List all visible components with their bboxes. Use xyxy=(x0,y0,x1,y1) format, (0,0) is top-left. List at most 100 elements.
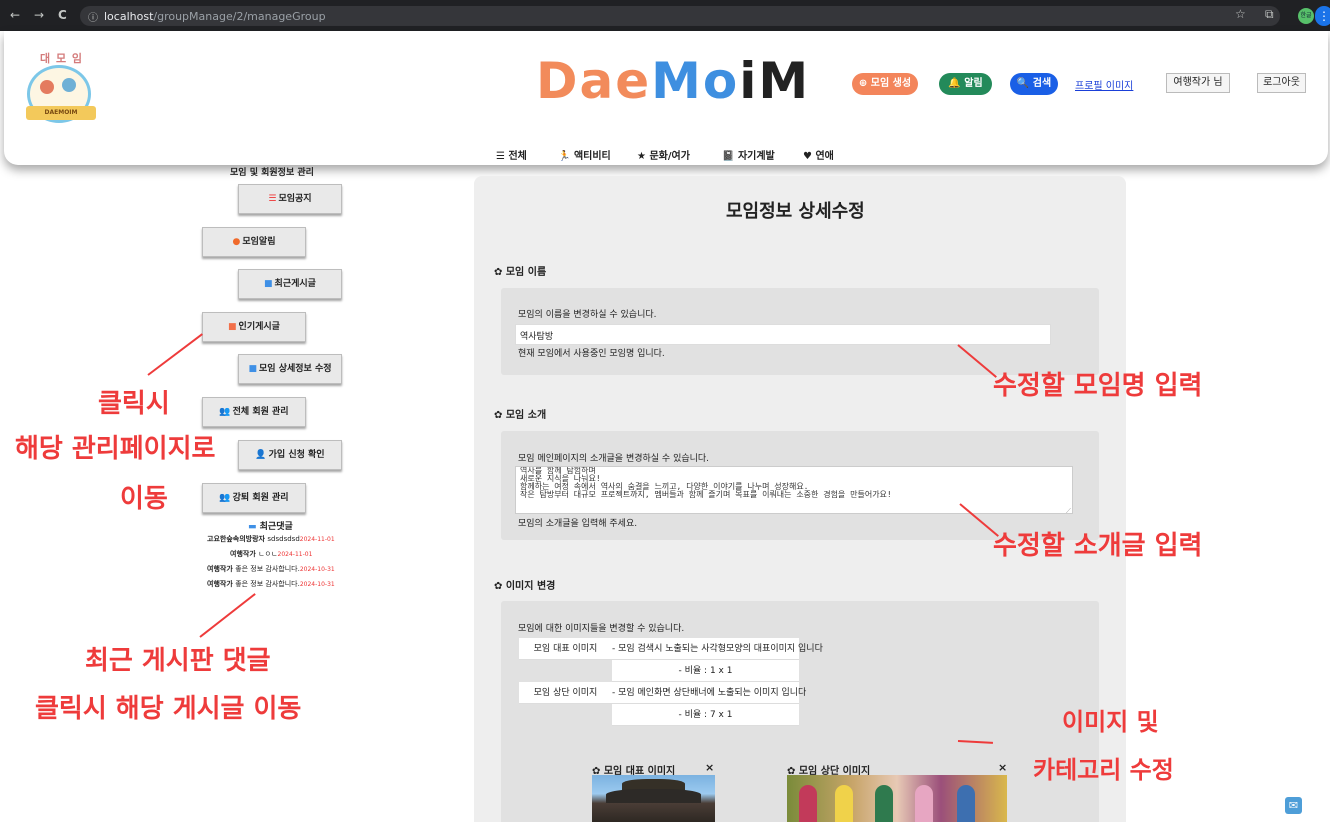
comment-text: ㄴㅇㄴ xyxy=(258,550,278,558)
image-spec-table: 모임 대표 이미지 - 모임 검색시 노출되는 사각형모양의 대표이미지 입니다… xyxy=(519,638,823,726)
table-cell: 모임 대표 이미지 xyxy=(533,644,598,654)
table-cell: 모임 상단 이미지 xyxy=(533,688,598,698)
running-icon: 🏃 xyxy=(558,151,571,162)
comment-icon: ▬ xyxy=(248,522,257,532)
section-title-group-name: ✿ 모임 이름 xyxy=(494,267,547,278)
group-name-note: 현재 모임에서 사용중인 모임명 입니다. xyxy=(518,349,665,359)
alarm-button[interactable]: 🔔 알림 xyxy=(939,73,992,95)
menu-icon: ☰ xyxy=(496,151,505,162)
post-icon: ■ xyxy=(264,279,273,289)
annotation-arrow-line xyxy=(199,593,256,638)
create-group-button[interactable]: ⊕ 모임 생성 xyxy=(852,73,918,95)
table-row: 모임 대표 이미지 - 모임 검색시 노출되는 사각형모양의 대표이미지 입니다 xyxy=(519,638,823,660)
profile-image-link[interactable]: 프로필 이미지 xyxy=(1075,77,1133,92)
users-icon: 👥 xyxy=(219,407,231,417)
sidebar-item-label: 모임알림 xyxy=(242,237,276,247)
brand-logo[interactable]: DaeMoiM xyxy=(536,52,810,110)
sidebar-item-all-members[interactable]: 👥 전체 회원 관리 xyxy=(202,397,306,427)
table-cell: - 모임 메인화면 상단배너에 노출되는 이미지 입니다 xyxy=(612,688,807,698)
group-intro-textarea[interactable]: 역사를 함께 탐험하며 새로운 지식을 나눠요! 함께하는 여정 속에서 역사의… xyxy=(515,466,1073,514)
sidebar-item-alarm[interactable]: ● 모임알림 xyxy=(202,227,306,257)
comment-text: 좋은 정보 감사합니다. xyxy=(235,565,300,573)
reload-icon[interactable]: C xyxy=(58,8,67,22)
small-logo[interactable]: 대 모 임 DAEMOIM xyxy=(22,50,100,128)
annotation-comments-1: 최근 게시판 댓글 xyxy=(85,646,271,676)
comment-text: sdsdsdsd xyxy=(267,535,300,543)
comment-date: 2024-10-31 xyxy=(299,581,335,588)
user-check-icon: 👤 xyxy=(255,450,267,460)
sidebar-item-recent-posts[interactable]: ■ 최근게시글 xyxy=(238,269,342,299)
comment-author: 여행작가 xyxy=(207,565,233,573)
sidebar-item-label: 모임공지 xyxy=(278,194,312,204)
url-host: localhost xyxy=(104,10,154,23)
section-title-group-intro: ✿ 모임 소개 xyxy=(494,410,547,421)
logo-kid-figure xyxy=(40,80,54,94)
url-path: /groupManage/2/manageGroup xyxy=(153,10,326,23)
comment-date: 2024-11-01 xyxy=(299,536,335,543)
figure-shape xyxy=(799,785,817,822)
figure-shape xyxy=(915,785,933,822)
sidebar-item-label: 모임 상세정보 수정 xyxy=(259,364,332,374)
sidebar-item-label: 전체 회원 관리 xyxy=(232,407,289,417)
annotation-image-1: 이미지 및 xyxy=(1062,708,1159,736)
comment-author: 고요한숲속의방랑자 xyxy=(207,535,265,543)
sidebar-item-banned-members[interactable]: 👥 강퇴 회원 관리 xyxy=(202,483,306,513)
sidebar-title: 모임 및 회원정보 관리 xyxy=(230,168,314,178)
top-image-close-icon[interactable]: × xyxy=(998,761,1007,774)
rep-image-thumbnail[interactable] xyxy=(592,775,715,822)
table-row: 모임 상단 이미지 - 모임 메인화면 상단배너에 노출되는 이미지 입니다 xyxy=(519,682,807,704)
table-cell: - 모임 검색시 노출되는 사각형모양의 대표이미지 입니다 xyxy=(612,644,823,654)
sidebar-item-join-requests[interactable]: 👤 가입 신청 확인 xyxy=(238,440,342,470)
palace-roof-shape xyxy=(606,789,701,803)
user-name-button[interactable]: 여행작가 님 xyxy=(1166,73,1230,93)
sidebar-item-popular-posts[interactable]: ■ 인기게시글 xyxy=(202,312,306,342)
sidebar-item-notice[interactable]: ☰ 모임공지 xyxy=(238,184,342,214)
search-button[interactable]: 🔍 검색 xyxy=(1010,73,1058,95)
category-label: 연애 xyxy=(815,151,834,162)
url-text[interactable]: localhost/groupManage/2/manageGroup xyxy=(104,10,326,23)
recent-comment-item[interactable]: 고요한숲속의방랑자 sdsdsdsd2024-11-01 xyxy=(207,534,335,544)
category-culture[interactable]: ★ 문화/여가 xyxy=(637,147,690,162)
logo-kid-figure xyxy=(62,78,76,92)
recent-comment-item[interactable]: 여행작가 ㄴㅇㄴ2024-11-01 xyxy=(230,549,312,559)
back-icon[interactable]: ← xyxy=(10,8,20,22)
figure-shape xyxy=(875,785,893,822)
top-image-thumbnail[interactable] xyxy=(787,775,1007,822)
address-bar[interactable]: ⓘ localhost/groupManage/2/manageGroup xyxy=(80,6,1280,26)
table-row: - 비율 : 1 x 1 xyxy=(519,660,799,682)
browser-profile-avatar[interactable]: 한글 xyxy=(1298,8,1314,24)
comment-date: 2024-11-01 xyxy=(277,551,313,558)
forward-icon[interactable]: → xyxy=(34,8,44,22)
brand-part-3: iM xyxy=(739,52,811,110)
category-self-development[interactable]: 📓 자기계발 xyxy=(722,147,775,162)
image-change-help: 모임에 대한 이미지들을 변경할 수 있습니다. xyxy=(518,624,685,634)
sidebar-item-label: 인기게시글 xyxy=(238,322,280,332)
extensions-icon[interactable]: ⧉ xyxy=(1265,7,1274,22)
group-intro-help: 모임 메인페이지의 소개글을 변경하실 수 있습니다. xyxy=(518,454,710,464)
group-name-input[interactable]: 역사탐방 xyxy=(515,324,1051,345)
bookmark-star-icon[interactable]: ☆ xyxy=(1235,7,1246,21)
category-label: 전체 xyxy=(508,151,527,162)
comment-author: 여행작가 xyxy=(207,580,233,588)
browser-menu-icon[interactable]: ⋮ xyxy=(1315,6,1330,26)
document-icon: ■ xyxy=(248,364,257,374)
site-info-icon[interactable]: ⓘ xyxy=(88,9,98,24)
sidebar-item-edit-group-info[interactable]: ■ 모임 상세정보 수정 xyxy=(238,354,342,384)
comment-text: 좋은 정보 감사합니다. xyxy=(235,580,300,588)
comment-author: 여행작가 xyxy=(230,550,256,558)
category-dating[interactable]: ♥ 연애 xyxy=(803,147,834,162)
category-all[interactable]: ☰ 전체 xyxy=(496,147,527,162)
category-activity[interactable]: 🏃 액티비티 xyxy=(558,147,611,162)
logout-button[interactable]: 로그아웃 xyxy=(1257,73,1306,93)
group-name-help: 모임의 이름을 변경하실 수 있습니다. xyxy=(518,310,657,320)
annotation-comments-2: 클릭시 해당 게시글 이동 xyxy=(35,694,302,724)
annotation-arrow-line xyxy=(147,333,203,376)
recent-comments-title: ▬ 최근댓글 xyxy=(248,519,293,532)
recent-comments-label: 최근댓글 xyxy=(259,522,293,532)
recent-comment-item[interactable]: 여행작가 좋은 정보 감사합니다.2024-10-31 xyxy=(207,579,335,589)
resize-grip-icon[interactable]: ⟋ xyxy=(1066,507,1071,516)
annotation-name-edit: 수정할 모임명 입력 xyxy=(993,371,1203,401)
recent-comment-item[interactable]: 여행작가 좋은 정보 감사합니다.2024-10-31 xyxy=(207,564,335,574)
rep-image-close-icon[interactable]: × xyxy=(705,761,714,774)
mail-icon[interactable]: ✉ xyxy=(1285,797,1302,814)
